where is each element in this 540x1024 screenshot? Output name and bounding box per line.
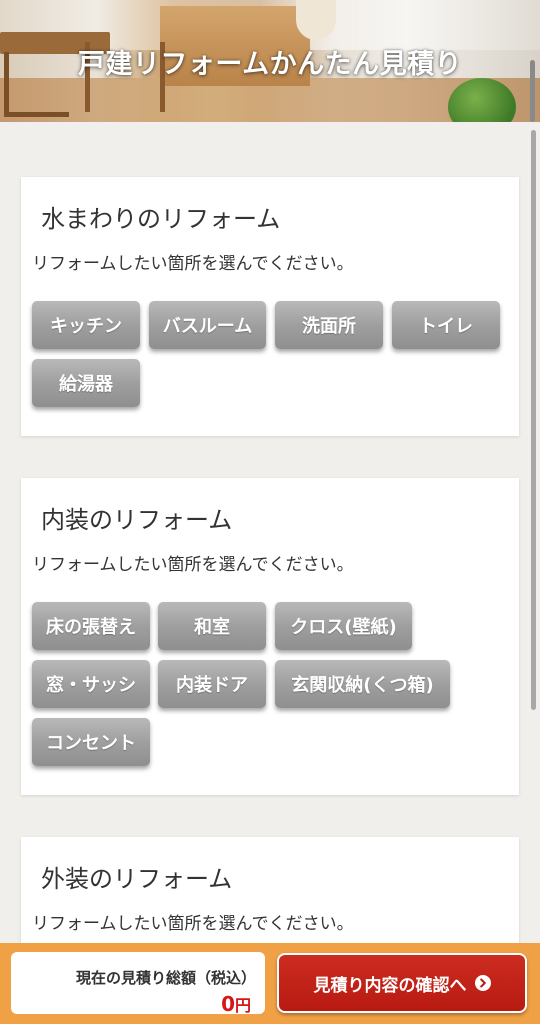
section-exterior: 外装のリフォーム リフォームしたい箇所を選んでください。	[21, 837, 519, 957]
option-button-outlet[interactable]: コンセント	[32, 718, 150, 766]
section-interior: 内装のリフォーム リフォームしたい箇所を選んでください。 床の張替え 和室 クロ…	[21, 478, 519, 795]
section-water: 水まわりのリフォーム リフォームしたい箇所を選んでください。 キッチン バスルー…	[21, 177, 519, 436]
option-button-japanese-room[interactable]: 和室	[158, 602, 266, 650]
estimate-bar: 現在の見積り総額（税込） 0円 見積り内容の確認へ	[0, 943, 540, 1024]
option-button-bathroom[interactable]: バスルーム	[149, 301, 266, 349]
option-button-water-heater[interactable]: 給湯器	[32, 359, 140, 407]
total-box: 現在の見積り総額（税込） 0円	[11, 952, 265, 1016]
total-unit: 円	[234, 996, 251, 1015]
option-button-floor[interactable]: 床の張替え	[32, 602, 150, 650]
option-button-interior-door[interactable]: 内装ドア	[158, 660, 266, 708]
section-title: 内装のリフォーム	[41, 506, 233, 534]
confirm-label: 見積り内容の確認へ	[313, 975, 467, 996]
chevron-right-circle-icon	[474, 975, 491, 991]
section-title: 外装のリフォーム	[41, 865, 233, 893]
section-description: リフォームしたい箇所を選んでください。	[32, 254, 354, 274]
option-button-wallpaper[interactable]: クロス(壁紙)	[275, 602, 412, 650]
total-amount: 0円	[221, 992, 251, 1016]
banner-lamp	[296, 0, 336, 40]
option-button-toilet[interactable]: トイレ	[392, 301, 500, 349]
confirm-estimate-button[interactable]: 見積り内容の確認へ	[277, 953, 527, 1013]
total-value: 0	[221, 992, 235, 1016]
page: 戸建リフォームかんたん見積り 水まわりのリフォーム リフォームしたい箇所を選んで…	[0, 0, 540, 1024]
scrollbar[interactable]	[531, 130, 536, 710]
section-title: 水まわりのリフォーム	[41, 205, 281, 233]
option-button-washroom[interactable]: 洗面所	[275, 301, 383, 349]
header-banner: 戸建リフォームかんたん見積り	[0, 0, 540, 122]
total-label: 現在の見積り総額（税込）	[75, 969, 256, 987]
option-button-window-sash[interactable]: 窓・サッシ	[32, 660, 150, 708]
section-description: リフォームしたい箇所を選んでください。	[32, 914, 354, 934]
page-title: 戸建リフォームかんたん見積り	[77, 49, 463, 80]
section-description: リフォームしたい箇所を選んでください。	[32, 555, 354, 575]
option-button-shoe-cabinet[interactable]: 玄関収納(くつ箱)	[275, 660, 450, 708]
option-button-kitchen[interactable]: キッチン	[32, 301, 140, 349]
